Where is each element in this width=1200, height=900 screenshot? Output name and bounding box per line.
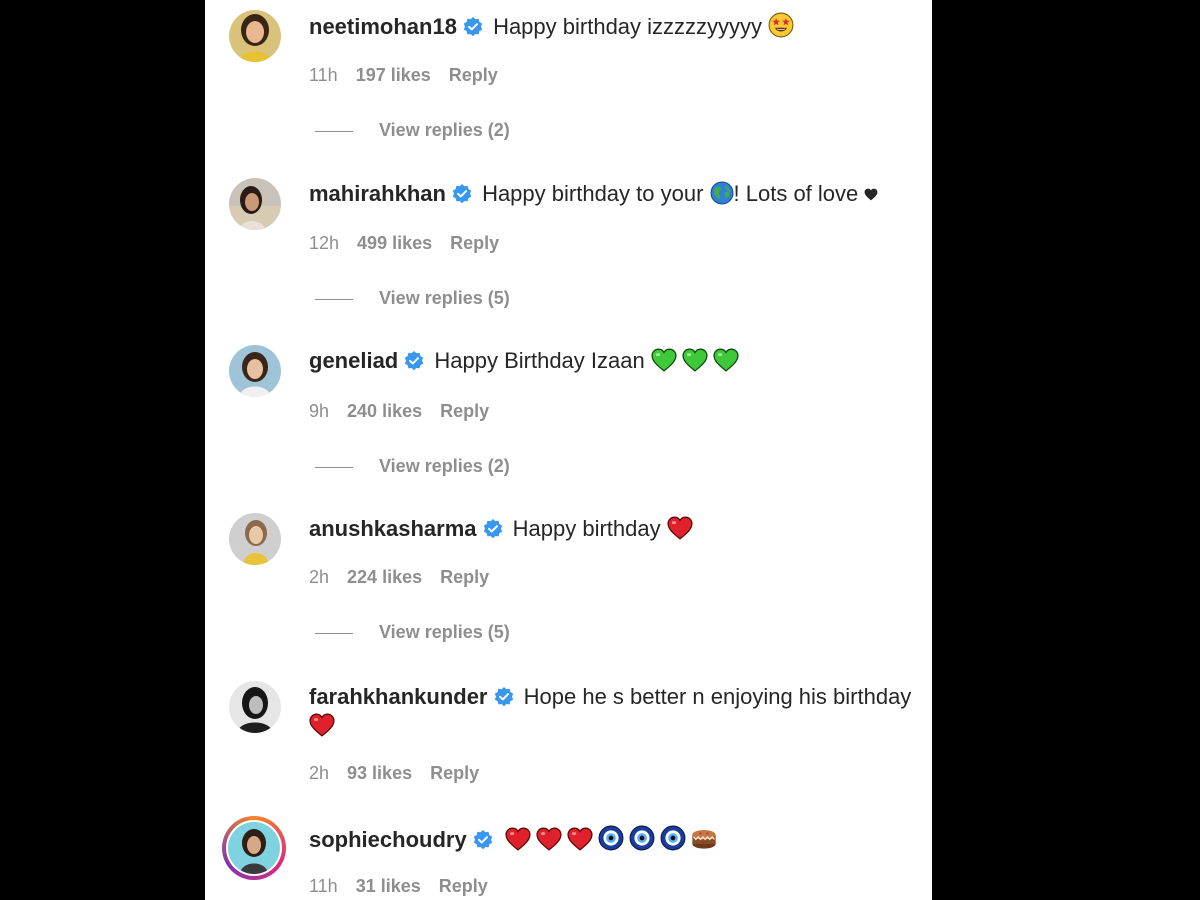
green-heart-emoji — [651, 348, 677, 372]
comment-time: 11h — [309, 876, 338, 896]
reply-button[interactable]: Reply — [440, 567, 489, 587]
comment-username[interactable]: mahirahkhan — [309, 181, 446, 206]
screenshot-frame: neetimohan18 Happy birthday izzzzzyyyyy … — [0, 0, 1200, 900]
comment-username[interactable]: farahkhankunder — [309, 684, 488, 709]
avatar[interactable] — [229, 345, 281, 397]
reply-button[interactable]: Reply — [439, 876, 488, 896]
comment-likes[interactable]: 93 likes — [347, 763, 412, 783]
comment-username[interactable]: anushkasharma — [309, 516, 477, 541]
avatar[interactable] — [229, 178, 281, 230]
view-replies-label: View replies (5) — [379, 622, 510, 642]
comment-text: Happy birthday izzzzzyyyyy — [493, 14, 763, 39]
comment-time: 2h — [309, 567, 330, 587]
red-heart-emoji — [667, 516, 693, 540]
nazar-amulet-emoji — [598, 825, 624, 851]
verified-badge-icon — [404, 351, 424, 371]
star-struck-emoji — [768, 12, 794, 38]
comment-likes[interactable]: 240 likes — [347, 401, 422, 421]
comments-panel: neetimohan18 Happy birthday izzzzzyyyyy … — [205, 0, 932, 900]
green-heart-emoji — [713, 348, 739, 372]
replies-divider-line — [315, 298, 353, 300]
comment-username[interactable]: neetimohan18 — [309, 14, 457, 39]
red-heart-emoji — [536, 827, 562, 851]
comment-likes[interactable]: 31 likes — [356, 876, 421, 896]
comment-text: Hope he s better n enjoying his birthday — [523, 684, 912, 709]
comment-likes[interactable]: 224 likes — [347, 567, 422, 587]
reply-button[interactable]: Reply — [440, 401, 489, 421]
verified-badge-icon — [452, 184, 472, 204]
avatar-with-story-ring[interactable] — [222, 816, 286, 880]
verified-badge-icon — [483, 519, 503, 539]
nazar-amulet-emoji — [660, 825, 686, 851]
avatar[interactable] — [229, 513, 281, 565]
verified-badge-icon — [473, 830, 493, 850]
globe-emoji — [710, 181, 734, 205]
reply-button[interactable]: Reply — [450, 233, 499, 253]
cake-emoji — [690, 823, 718, 851]
comment-likes[interactable]: 197 likes — [356, 65, 431, 85]
view-replies-label: View replies (2) — [379, 456, 510, 476]
avatar — [226, 820, 282, 876]
comment-text: Happy birthday — [512, 516, 661, 541]
comment-username[interactable]: sophiechoudry — [309, 827, 467, 852]
comment-text: Happy Birthday Izaan — [434, 348, 645, 373]
reply-button[interactable]: Reply — [449, 65, 498, 85]
replies-divider-line — [315, 466, 353, 468]
comment-username[interactable]: geneliad — [309, 348, 398, 373]
view-replies-label: View replies (5) — [379, 288, 510, 308]
red-heart-emoji — [567, 827, 593, 851]
replies-divider-line — [315, 632, 353, 634]
avatar[interactable] — [229, 681, 281, 733]
view-replies-button[interactable]: View replies (5) — [315, 287, 510, 309]
black-heart-emoji — [864, 188, 878, 201]
comment-time: 2h — [309, 763, 330, 783]
green-heart-emoji — [682, 348, 708, 372]
comment-time: 11h — [309, 65, 338, 85]
red-heart-emoji — [309, 713, 335, 737]
view-replies-button[interactable]: View replies (2) — [315, 455, 510, 477]
view-replies-button[interactable]: View replies (2) — [315, 119, 510, 141]
replies-divider-line — [315, 130, 353, 132]
comment-text: Happy birthday to your — [482, 181, 704, 206]
red-heart-emoji — [505, 827, 531, 851]
nazar-amulet-emoji — [629, 825, 655, 851]
view-replies-button[interactable]: View replies (5) — [315, 621, 510, 643]
verified-badge-icon — [463, 17, 483, 37]
comment-likes[interactable]: 499 likes — [357, 233, 432, 253]
reply-button[interactable]: Reply — [430, 763, 479, 783]
view-replies-label: View replies (2) — [379, 120, 510, 140]
comment-time: 12h — [309, 233, 340, 253]
verified-badge-icon — [494, 687, 514, 707]
comment-time: 9h — [309, 401, 330, 421]
comment-text-continued: ! Lots of love — [733, 181, 859, 206]
avatar[interactable] — [229, 10, 281, 62]
